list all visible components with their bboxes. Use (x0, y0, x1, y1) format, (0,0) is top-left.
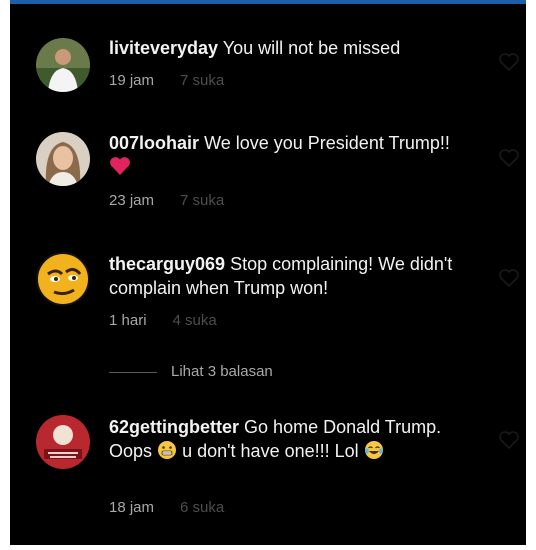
red-heart-icon (109, 156, 131, 182)
grimacing-face-icon (157, 440, 177, 466)
comment-time: 19 jam (109, 72, 155, 89)
like-heart-icon[interactable] (498, 268, 520, 288)
comment-time: 1 hari (109, 312, 147, 329)
comment-username[interactable]: thecarguy069 (109, 254, 225, 274)
avatar[interactable] (36, 252, 90, 306)
comment-time: 18 jam (109, 499, 155, 516)
comment-time: 23 jam (109, 192, 155, 209)
comments-panel: liviteveryday You will not be missed 19 … (10, 0, 526, 545)
comment-text-continued: u don't have one!!! Lol (182, 441, 359, 461)
comment-username[interactable]: 62gettingbetter (109, 417, 239, 437)
comment-likes[interactable]: 7 suka (180, 192, 224, 209)
avatar[interactable] (36, 38, 90, 92)
like-heart-icon[interactable] (498, 148, 520, 168)
like-heart-icon[interactable] (498, 430, 520, 450)
comment-username[interactable]: liviteveryday (109, 38, 218, 58)
top-accent-bar (10, 0, 526, 4)
avatar[interactable] (36, 132, 90, 186)
comment-likes[interactable]: 6 suka (180, 499, 224, 516)
comment-likes[interactable]: 7 suka (180, 72, 224, 89)
view-replies-label: Lihat 3 balasan (171, 363, 273, 380)
comment-username[interactable]: 007loohair (109, 133, 199, 153)
comment-likes[interactable]: 4 suka (173, 312, 217, 329)
avatar[interactable] (36, 415, 90, 469)
like-heart-icon[interactable] (498, 52, 520, 72)
replies-divider (109, 372, 157, 373)
comment-text: We love you President Trump!! (204, 133, 450, 153)
tears-of-joy-icon (364, 440, 384, 466)
comment-text: You will not be missed (222, 38, 401, 58)
